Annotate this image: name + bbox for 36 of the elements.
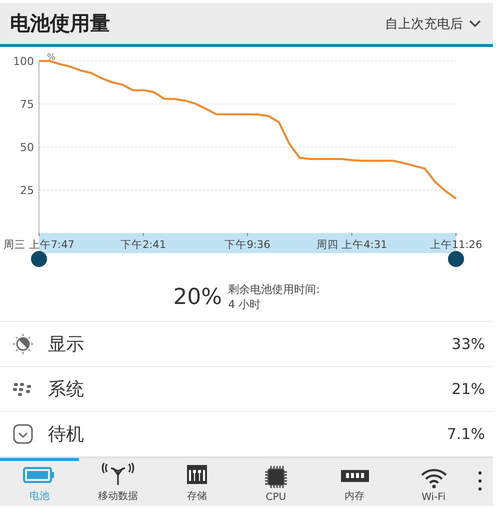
x-tick-label: 上午11:26: [430, 239, 482, 251]
y-tick-label: 50: [20, 141, 34, 154]
x-tick-label: 下午9:36: [224, 239, 270, 251]
usage-name: 显示: [48, 333, 85, 356]
chevron-down-icon: [469, 20, 481, 28]
more-icon[interactable]: [477, 470, 483, 492]
y-tick-label: 100: [13, 55, 34, 68]
sun-icon: [12, 333, 34, 355]
usage-name: 待机: [48, 423, 85, 446]
usage-percent: 7.1%: [446, 425, 485, 443]
page-title: 电池使用量: [10, 10, 110, 37]
usage-percent: 33%: [452, 335, 485, 353]
nav-tab[interactable]: 内存: [315, 458, 394, 506]
x-tick-label: 周三 上午7:47: [4, 239, 74, 251]
nav-tab[interactable]: 移动数据: [78, 458, 158, 506]
y-unit-label: %: [47, 53, 56, 63]
remaining-time: 4 小时: [228, 297, 262, 312]
nav-tab[interactable]: 存储: [158, 458, 236, 506]
nav-tab[interactable]: Wi-Fi: [394, 458, 473, 506]
range-handle[interactable]: [31, 251, 47, 267]
period-dropdown[interactable]: 自上次充电后: [383, 10, 483, 36]
x-tick-label: 周四 上午4:31: [316, 239, 388, 251]
battery-icon: [22, 464, 56, 486]
usage-name: 系统: [48, 378, 85, 401]
remaining-label: 剩余电池使用时间:: [228, 282, 320, 297]
storage-icon: [185, 462, 210, 486]
y-tick-label: 75: [20, 98, 34, 111]
wifi-icon: [420, 467, 448, 489]
nav-tab[interactable]: CPU: [236, 458, 316, 506]
chip-icon: [264, 465, 288, 489]
battery-percent: 20%: [173, 284, 222, 310]
usage-percent: 21%: [452, 380, 485, 398]
antenna-icon: [101, 462, 136, 486]
range-handle[interactable]: [448, 251, 464, 267]
x-tick-label: 下午2:41: [120, 239, 166, 251]
y-tick-label: 25: [20, 184, 34, 197]
